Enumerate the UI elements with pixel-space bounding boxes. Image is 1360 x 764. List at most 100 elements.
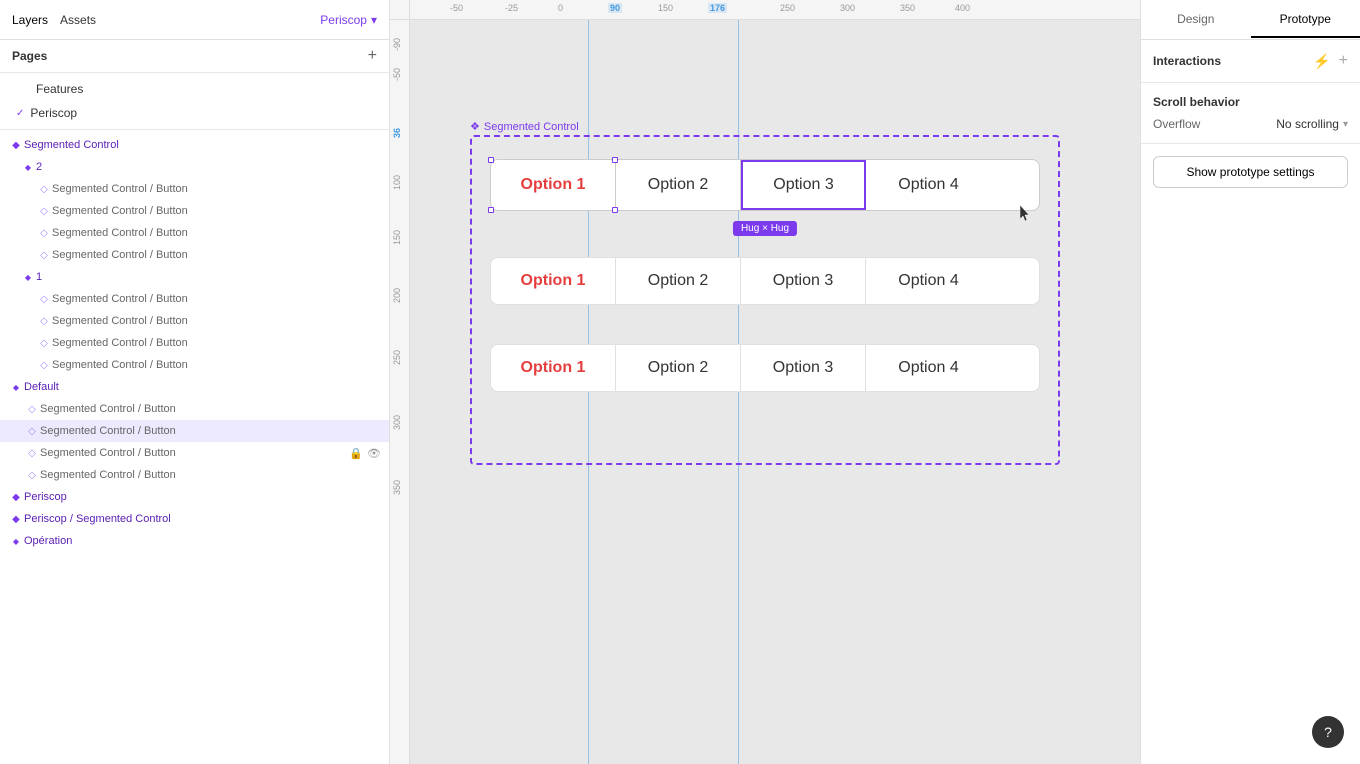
layer-periscop-sc[interactable]: ◆ Periscop / Segmented Control	[0, 508, 389, 530]
layer-label: Segmented Control / Button	[40, 403, 389, 415]
ruler-mark: 250	[780, 3, 795, 13]
layer-sc-btn-8[interactable]: ◇ Segmented Control / Button	[0, 354, 389, 376]
layer-sc-btn-5[interactable]: ◇ Segmented Control / Button	[0, 288, 389, 310]
ruler-mark: 150	[658, 3, 673, 13]
layer-sc-btn-11[interactable]: ◇ Segmented Control / Button 🔒 👁	[0, 442, 389, 464]
layer-label: Segmented Control / Button	[52, 205, 389, 217]
layer-label: Segmented Control / Button	[40, 425, 389, 437]
layer-periscop[interactable]: ◆ Periscop	[0, 486, 389, 508]
page-item-features[interactable]: Features	[0, 77, 389, 101]
tab-prototype[interactable]: Prototype	[1251, 2, 1360, 38]
frame-label-text: Segmented Control	[484, 121, 579, 133]
frame-label: ❖ Segmented Control	[470, 120, 579, 133]
layer-sc-btn-12[interactable]: ◇ Segmented Control / Button	[0, 464, 389, 486]
ruler-left-mark: 100	[392, 175, 402, 190]
lightning-icon[interactable]: ⚡	[1313, 53, 1330, 70]
diamond-outline-icon: ◇	[24, 445, 40, 461]
seg-row3-opt4[interactable]: Option 4	[866, 345, 991, 391]
layer-label: Segmented Control	[24, 139, 389, 151]
show-prototype-settings-button[interactable]: Show prototype settings	[1153, 156, 1348, 188]
ruler-mark: 350	[900, 3, 915, 13]
lock-icon[interactable]: 🔒	[349, 447, 363, 460]
layer-sc-btn-7[interactable]: ◇ Segmented Control / Button	[0, 332, 389, 354]
seg-row-3: Option 1 Option 2 Option 3 Option 4	[490, 344, 1040, 392]
help-button[interactable]: ?	[1312, 716, 1344, 748]
seg-row2-opt3[interactable]: Option 3	[741, 258, 866, 304]
top-bar: Layers Assets Periscop ▾	[0, 0, 389, 40]
page-list: Features ✓ Periscop	[0, 73, 389, 130]
page-label-features: Features	[36, 82, 83, 96]
layer-label: Segmented Control / Button	[40, 447, 349, 459]
seg-option-4[interactable]: Option 4	[866, 160, 991, 210]
overflow-value[interactable]: No scrolling ▾	[1276, 117, 1348, 131]
layer-segmented-control[interactable]: ◆ Segmented Control	[0, 134, 389, 156]
eye-icon[interactable]: 👁	[367, 447, 381, 460]
seg-row2-opt1[interactable]: Option 1	[491, 258, 616, 304]
ruler-left-mark: 150	[392, 230, 402, 245]
ruler-left-mark: 350	[392, 480, 402, 495]
layer-label: 2	[36, 161, 389, 173]
seg-row3-opt1[interactable]: Option 1	[491, 345, 616, 391]
layers-tab[interactable]: Layers	[12, 9, 48, 31]
diamond-outline-icon: ◇	[24, 401, 40, 417]
layer-sc-btn-2[interactable]: ◇ Segmented Control / Button	[0, 200, 389, 222]
segmented-control-frame[interactable]: Option 1 Option 2 Option 3 Option 4 Hug …	[470, 135, 1060, 465]
component-icon: ❖	[470, 120, 480, 133]
add-interaction-icon[interactable]: +	[1339, 52, 1348, 70]
ruler-left-mark: -90	[392, 38, 402, 51]
overflow-label: Overflow	[1153, 117, 1200, 131]
diamond-filled-icon: ◆	[8, 489, 24, 505]
layer-label: Opération	[24, 535, 389, 547]
layer-sc-btn-10[interactable]: ◇ Segmented Control / Button	[0, 420, 389, 442]
diamond-outline-icon: ◇	[36, 203, 52, 219]
seg-option-1-active[interactable]: Option 1	[491, 160, 616, 210]
diamond-outline-icon: ◇	[24, 423, 40, 439]
layer-group-1[interactable]: ◆ 1	[0, 266, 389, 288]
layer-group-2[interactable]: ◆ 2	[0, 156, 389, 178]
seg-row3-opt2[interactable]: Option 2	[616, 345, 741, 391]
ruler-left-mark: 200	[392, 288, 402, 303]
row3-option-2-label: Option 2	[648, 359, 708, 377]
layer-sc-btn-6[interactable]: ◇ Segmented Control / Button	[0, 310, 389, 332]
layer-sc-btn-9[interactable]: ◇ Segmented Control / Button	[0, 398, 389, 420]
option-3-label: Option 3	[773, 176, 833, 194]
layer-sc-btn-3[interactable]: ◇ Segmented Control / Button	[0, 222, 389, 244]
layer-sc-btn-4[interactable]: ◇ Segmented Control / Button	[0, 244, 389, 266]
diamond-small-icon: ◆	[20, 269, 36, 285]
option-4-label: Option 4	[898, 176, 958, 194]
ruler-left: -90 -50 36 100 150 200 250 300 350	[390, 20, 410, 764]
diamond-outline-icon: ◇	[36, 225, 52, 241]
row2-option-3-label: Option 3	[773, 272, 833, 290]
ruler-left-mark: 250	[392, 350, 402, 365]
layer-default[interactable]: ◆ Default	[0, 376, 389, 398]
seg-row2-opt2[interactable]: Option 2	[616, 258, 741, 304]
ruler-left-mark: 300	[392, 415, 402, 430]
diamond-filled-icon: ◆	[8, 511, 24, 527]
seg-row2-opt4[interactable]: Option 4	[866, 258, 991, 304]
row2-option-1-label: Option 1	[521, 272, 586, 290]
row3-option-3-label: Option 3	[773, 359, 833, 377]
diamond-outline-icon: ◇	[36, 335, 52, 351]
seg-option-2[interactable]: Option 2	[616, 160, 741, 210]
add-page-button[interactable]: +	[368, 48, 377, 64]
check-icon: ✓	[16, 108, 24, 119]
layer-action-icons: 🔒 👁	[349, 447, 381, 460]
scroll-behavior-section: Scroll behavior Overflow No scrolling ▾	[1141, 83, 1360, 144]
assets-tab[interactable]: Assets	[60, 9, 96, 31]
project-name[interactable]: Periscop ▾	[320, 13, 377, 27]
seg-row3-opt3[interactable]: Option 3	[741, 345, 866, 391]
diamond-outline-icon: ◇	[36, 313, 52, 329]
layer-label: Periscop	[24, 491, 389, 503]
tab-design[interactable]: Design	[1141, 2, 1251, 38]
layer-operation[interactable]: ◆ Opération	[0, 530, 389, 552]
layer-label: Segmented Control / Button	[52, 315, 389, 327]
layer-sc-btn-1[interactable]: ◇ Segmented Control / Button	[0, 178, 389, 200]
right-panel: Design Prototype Interactions ⚡ + Scroll…	[1140, 0, 1360, 764]
ruler-mark: -25	[505, 3, 518, 13]
row3-option-1-label: Option 1	[521, 359, 586, 377]
layer-label: Segmented Control / Button	[52, 249, 389, 261]
diamond-outline-icon: ◇	[24, 467, 40, 483]
row3-option-4-label: Option 4	[898, 359, 958, 377]
page-item-periscop[interactable]: ✓ Periscop	[0, 101, 389, 125]
seg-option-3-selected[interactable]: Option 3	[741, 160, 866, 210]
